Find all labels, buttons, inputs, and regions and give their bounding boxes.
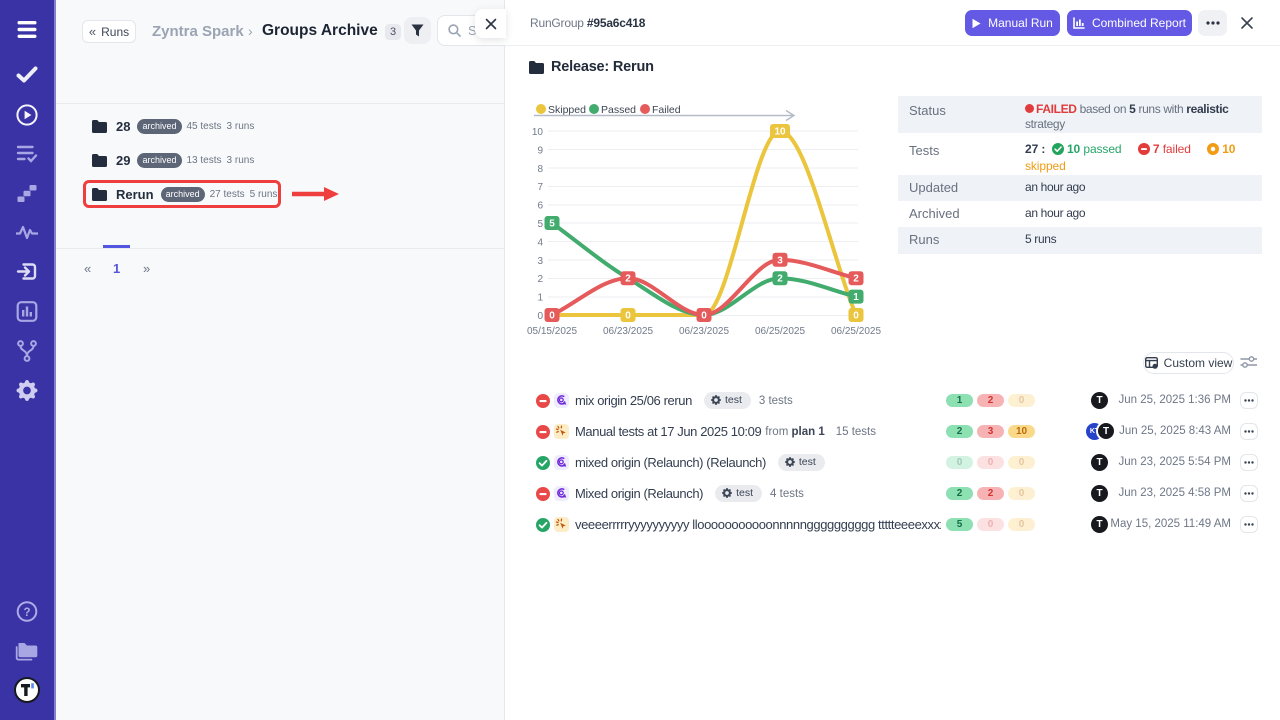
svg-text:06/25/2025: 06/25/2025 bbox=[831, 326, 881, 337]
svg-text:0: 0 bbox=[701, 311, 707, 322]
svg-text:6: 6 bbox=[537, 201, 543, 212]
svg-text:7: 7 bbox=[537, 182, 543, 193]
svg-text:10: 10 bbox=[532, 127, 544, 138]
svg-text:2: 2 bbox=[853, 274, 859, 285]
svg-text:9: 9 bbox=[537, 145, 543, 156]
svg-text:1: 1 bbox=[853, 292, 859, 303]
svg-text:0: 0 bbox=[537, 311, 543, 322]
svg-text:1: 1 bbox=[537, 293, 543, 304]
svg-text:05/15/2025: 05/15/2025 bbox=[527, 326, 577, 337]
svg-text:0: 0 bbox=[549, 311, 555, 322]
svg-text:06/25/2025: 06/25/2025 bbox=[755, 326, 805, 337]
svg-text:3: 3 bbox=[777, 255, 783, 266]
svg-text:?: ? bbox=[23, 607, 30, 619]
svg-text:5: 5 bbox=[549, 219, 555, 230]
svg-text:2: 2 bbox=[625, 274, 631, 285]
svg-text:5: 5 bbox=[537, 219, 543, 230]
svg-text:Skipped: Skipped bbox=[548, 104, 586, 116]
svg-text:2: 2 bbox=[777, 274, 783, 285]
svg-text:0: 0 bbox=[853, 311, 859, 322]
svg-text:3: 3 bbox=[537, 256, 543, 267]
svg-text:8: 8 bbox=[537, 164, 543, 175]
svg-text:Failed: Failed bbox=[652, 104, 681, 116]
svg-text:06/23/2025: 06/23/2025 bbox=[679, 326, 729, 337]
svg-text:10: 10 bbox=[774, 127, 786, 138]
svg-text:06/23/2025: 06/23/2025 bbox=[603, 326, 653, 337]
svg-text:2: 2 bbox=[537, 274, 543, 285]
svg-text:0: 0 bbox=[625, 311, 631, 322]
svg-text:Passed: Passed bbox=[601, 104, 636, 116]
svg-text:4: 4 bbox=[537, 237, 543, 248]
